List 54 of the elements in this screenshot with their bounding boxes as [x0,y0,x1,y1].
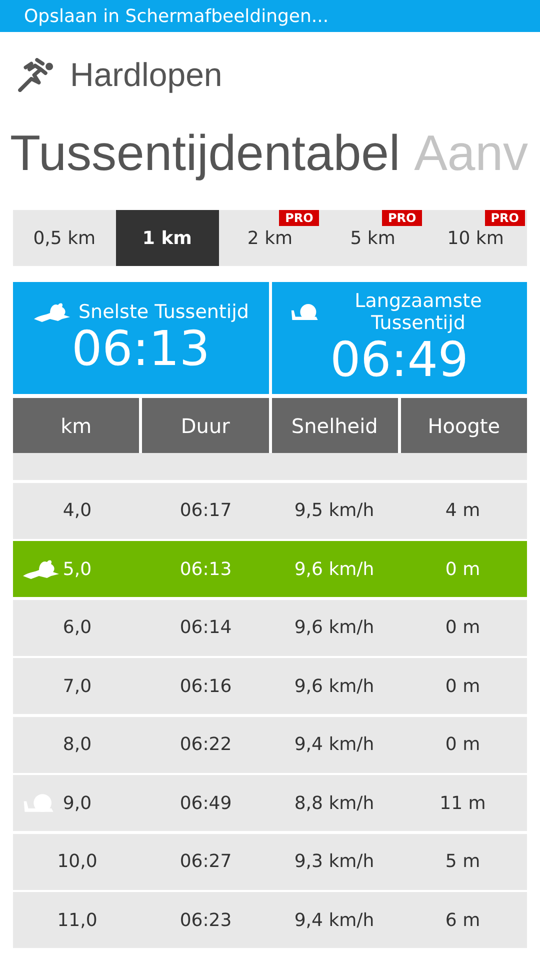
column-header[interactable]: Duur [142,398,268,453]
table-cell: 0 m [445,558,480,580]
pivot-title[interactable]: Tussentijdentabel [10,124,400,182]
table-cell: 0 m [445,676,480,696]
table-cell: 6,0 [62,617,92,638]
pro-badge: PRO [382,210,422,226]
table-cell: 06:17 [180,500,232,521]
table-cell: 4 m [445,500,480,521]
table-cell: 9,6 km/h [294,676,374,696]
app-title: Hardlopen [70,56,222,94]
table-cell: 8,8 km/h [294,792,374,814]
table-cell: 6 m [445,910,480,930]
split-time: 06:13 [72,322,210,376]
table-cell: 11 m [440,792,486,814]
split-time: 06:49 [330,334,468,386]
table-cell: 11,0 [57,910,98,930]
distance-tab[interactable]: 1 km [116,210,219,266]
table-cell: 0 m [445,617,480,638]
table-cell: 9,4 km/h [294,910,374,930]
card-label: Snelste Tussentijd [78,300,249,323]
table-cell: 06:14 [180,617,232,638]
table-cell: 8,0 [62,734,92,755]
table-cell: 9,4 km/h [294,734,374,755]
table-cell: 06:13 [180,558,232,580]
column-header[interactable]: Hoogte [400,398,527,453]
pro-badge: PRO [484,210,525,226]
table-cell: 4,0 [62,500,92,521]
table-cell: 5 m [445,851,480,872]
table-cell: 06:27 [180,851,232,872]
table-cell: 9,3 km/h [294,851,374,872]
hare-icon [32,300,72,323]
table-cell: 9,6 km/h [294,558,374,580]
distance-tab[interactable]: PRO 2 km [218,210,322,266]
table-cell: 06:23 [180,910,232,930]
distance-tab[interactable]: 0,5 km [13,210,116,266]
pro-badge: PRO [279,210,320,226]
status-text: Opslaan in Schermafbeeldingen... [24,6,329,26]
table-cell: 06:16 [180,676,232,696]
table-cell: 9,0 [62,792,92,814]
table-cell: 06:22 [180,734,232,755]
table-cell: 9,6 km/h [294,617,374,638]
table-cell: 9,5 km/h [294,500,374,521]
column-header[interactable]: Snelheid [272,398,398,453]
table-cell: 5,0 [62,558,92,580]
table-cell: 06:49 [180,792,232,814]
card-label: Langzaamste Tussentijd [354,290,483,334]
table-cell: 7,0 [62,676,92,696]
table-cell: 0 m [445,734,480,755]
distance-tab[interactable]: PRO 5 km [321,210,424,266]
table-cell: 10,0 [57,851,98,872]
hare-icon [21,558,61,580]
column-header[interactable]: km [13,398,140,453]
distance-tab[interactable]: PRO 10 km [424,210,527,266]
runner-icon [18,58,56,92]
